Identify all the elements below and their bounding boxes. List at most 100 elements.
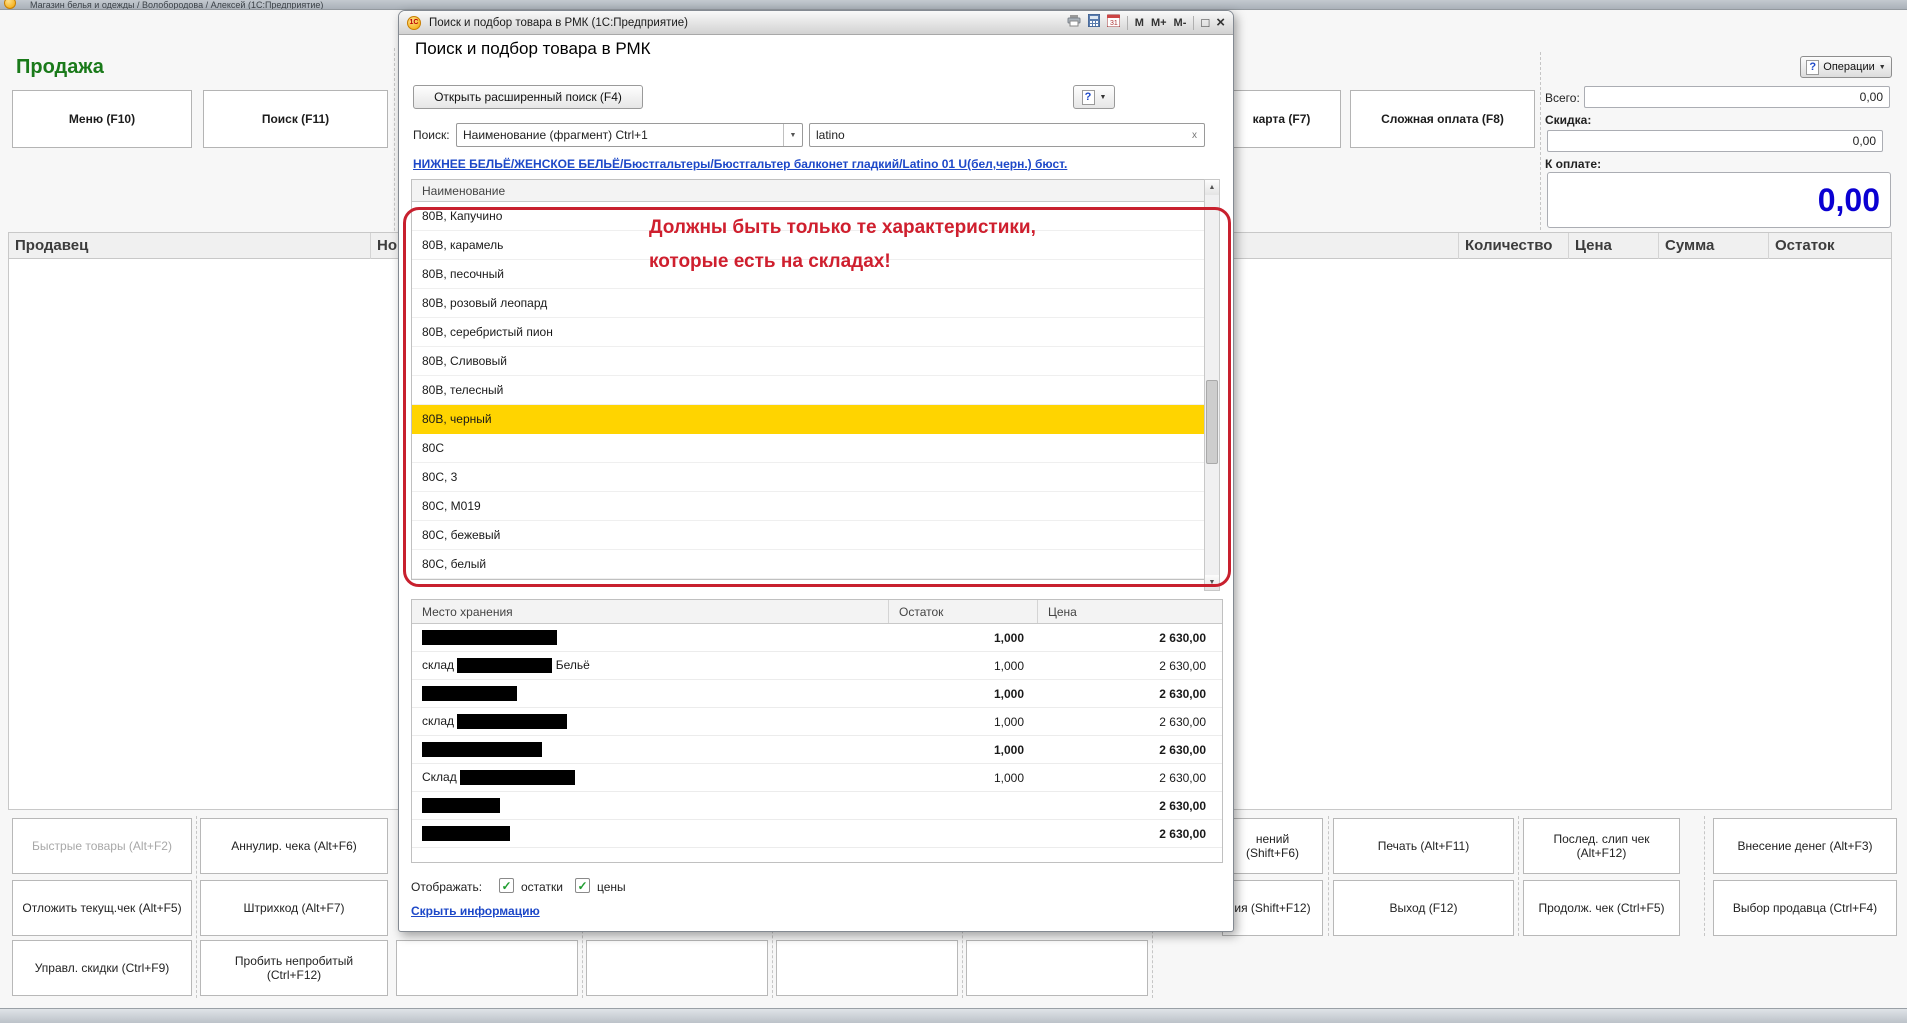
col-price[interactable]: Цена (1569, 233, 1659, 259)
hold-receipt-button[interactable]: Отложить текущ.чек (Alt+F5) (12, 880, 192, 936)
price-cell: 2 630,00 (1038, 659, 1222, 673)
exit-button[interactable]: Выход (F12) (1333, 880, 1514, 936)
advanced-search-button[interactable]: Открыть расширенный поиск (F4) (413, 85, 643, 109)
list-item[interactable]: 80В, серебристый пион (412, 318, 1218, 347)
help-dropdown-button[interactable]: ? ▼ (1073, 85, 1115, 109)
prices-checkbox-label[interactable]: цены (597, 880, 626, 894)
quick-cell-empty[interactable] (396, 940, 578, 996)
col-price[interactable]: Цена (1038, 600, 1222, 623)
storage-row[interactable]: 2 630,00 (412, 792, 1222, 820)
list-item[interactable]: 80С, бежевый (412, 521, 1218, 550)
characteristics-list[interactable]: Наименование 80В, Капучино80В, карамель8… (411, 179, 1219, 580)
partial-shift-f12-button[interactable]: ия (Shift+F12) (1222, 880, 1323, 936)
storage-place-cell (412, 798, 889, 813)
clear-icon[interactable]: x (1185, 124, 1204, 146)
search-mode-select[interactable]: Наименование (фрагмент) Ctrl+1 ▼ (456, 123, 803, 147)
last-slip-button[interactable]: Послед. слип чек (Alt+F12) (1523, 818, 1680, 874)
cash-in-button[interactable]: Внесение денег (Alt+F3) (1713, 818, 1897, 874)
stock-cell: 1,000 (889, 743, 1038, 757)
list-item-selected[interactable]: 80В, черный (412, 405, 1218, 434)
maximize-button[interactable]: □ (1201, 15, 1209, 30)
search-field-label: Поиск: (413, 128, 450, 142)
list-scrollbar[interactable]: ▲ ▼ (1204, 179, 1220, 591)
quick-cell-empty[interactable] (966, 940, 1148, 996)
search-input[interactable]: latino x (809, 123, 1205, 147)
barcode-button[interactable]: Штрихкод (Alt+F7) (200, 880, 388, 936)
quick-goods-button[interactable]: Быстрые товары (Alt+F2) (12, 818, 192, 874)
calendar-icon[interactable]: 31 (1107, 14, 1120, 32)
memory-button[interactable]: M (1135, 17, 1144, 29)
storage-row[interactable]: Склад 1,0002 630,00 (412, 764, 1222, 792)
stock-cell: 1,000 (889, 631, 1038, 645)
list-item[interactable]: 80В, розовый леопард (412, 289, 1218, 318)
list-item[interactable]: 80С, 3 (412, 463, 1218, 492)
scroll-up-icon[interactable]: ▲ (1205, 180, 1219, 195)
breadcrumb[interactable]: НИЖНЕЕ БЕЛЬЁ/ЖЕНСКОЕ БЕЛЬЁ/Бюстгальтеры/… (413, 157, 1067, 171)
scrollbar-thumb[interactable] (1206, 380, 1218, 464)
list-item[interactable]: 80С, М019 (412, 492, 1218, 521)
calculator-icon[interactable] (1088, 14, 1100, 32)
grid-guide (1518, 816, 1519, 936)
storage-place-cell (412, 826, 889, 841)
total-label: Всего: (1545, 91, 1580, 105)
list-item[interactable]: 80В, Сливовый (412, 347, 1218, 376)
memory-plus-button[interactable]: M+ (1151, 17, 1167, 29)
stock-checkbox[interactable]: ✓ (499, 878, 514, 893)
list-item[interactable]: 80С (412, 434, 1218, 463)
menu-button[interactable]: Меню (F10) (12, 90, 192, 148)
storage-row[interactable]: 1,0002 630,00 (412, 736, 1222, 764)
print-icon[interactable] (1067, 14, 1081, 32)
redacted-text (457, 658, 552, 673)
col-stock[interactable]: Остаток (1769, 233, 1863, 259)
card-button[interactable]: карта (F7) (1222, 90, 1341, 148)
dialog-titlebar[interactable]: 1С Поиск и подбор товара в РМК (1С:Предп… (399, 11, 1233, 35)
price-cell: 2 630,00 (1038, 715, 1222, 729)
col-storage-place[interactable]: Место хранения (412, 600, 889, 623)
void-receipt-button[interactable]: Аннулир. чека (Alt+F6) (200, 818, 388, 874)
chevron-down-icon[interactable]: ▼ (783, 124, 802, 146)
storage-table-rows: 1,0002 630,00склад Бельё1,0002 630,001,0… (412, 624, 1222, 848)
stock-cell: 1,000 (889, 687, 1038, 701)
col-sum[interactable]: Сумма (1659, 233, 1769, 259)
punch-unpunched-button[interactable]: Пробить непробитый (Ctrl+F12) (200, 940, 388, 996)
col-quantity[interactable]: Количество (1459, 233, 1569, 259)
storage-place-cell (412, 742, 889, 757)
chevron-down-icon: ▼ (1879, 64, 1886, 71)
redacted-text (422, 826, 510, 841)
list-header[interactable]: Наименование (412, 180, 1218, 202)
main-window-title: Магазин белья и одежды / Волобородова / … (30, 0, 323, 10)
operations-button[interactable]: ? Операции ▼ (1800, 56, 1892, 78)
select-seller-button[interactable]: Выбор продавца (Ctrl+F4) (1713, 880, 1897, 936)
list-item[interactable]: 80В, телесный (412, 376, 1218, 405)
manage-discounts-button[interactable]: Управл. скидки (Ctrl+F9) (12, 940, 192, 996)
prices-checkbox[interactable]: ✓ (575, 878, 590, 893)
rmk-screen: Магазин белья и одежды / Волобородова / … (0, 0, 1907, 1023)
storage-row[interactable]: 1,0002 630,00 (412, 680, 1222, 708)
storage-table[interactable]: Место хранения Остаток Цена 1,0002 630,0… (411, 599, 1223, 863)
stock-checkbox-label[interactable]: остатки (521, 880, 563, 894)
list-item[interactable]: 80С, белый (412, 550, 1218, 579)
continue-receipt-button[interactable]: Продолж. чек (Ctrl+F5) (1523, 880, 1680, 936)
stock-cell: 1,000 (889, 771, 1038, 785)
complex-payment-button[interactable]: Сложная оплата (F8) (1350, 90, 1535, 148)
onec-dialog-icon: 1С (407, 16, 421, 30)
close-button[interactable]: × (1216, 14, 1225, 31)
quick-cell-empty[interactable] (776, 940, 958, 996)
memory-minus-button[interactable]: M- (1174, 17, 1187, 29)
quick-cell-empty[interactable] (586, 940, 768, 996)
col-seller[interactable]: Продавец (9, 233, 371, 259)
print-button[interactable]: Печать (Alt+F11) (1333, 818, 1514, 874)
storage-row[interactable]: 2 630,00 (412, 820, 1222, 848)
search-button[interactable]: Поиск (F11) (203, 90, 388, 148)
grid-guide (196, 816, 197, 998)
hide-info-link[interactable]: Скрыть информацию (411, 904, 540, 918)
storage-row[interactable]: 1,0002 630,00 (412, 624, 1222, 652)
total-field: 0,00 (1584, 86, 1890, 108)
display-options-label: Отображать: (411, 880, 482, 894)
scroll-down-icon[interactable]: ▼ (1205, 575, 1219, 590)
storage-row[interactable]: склад 1,0002 630,00 (412, 708, 1222, 736)
partial-shift-f6-button[interactable]: нений (Shift+F6) (1222, 818, 1323, 874)
col-stock[interactable]: Остаток (889, 600, 1038, 623)
storage-row[interactable]: склад Бельё1,0002 630,00 (412, 652, 1222, 680)
price-cell: 2 630,00 (1038, 771, 1222, 785)
